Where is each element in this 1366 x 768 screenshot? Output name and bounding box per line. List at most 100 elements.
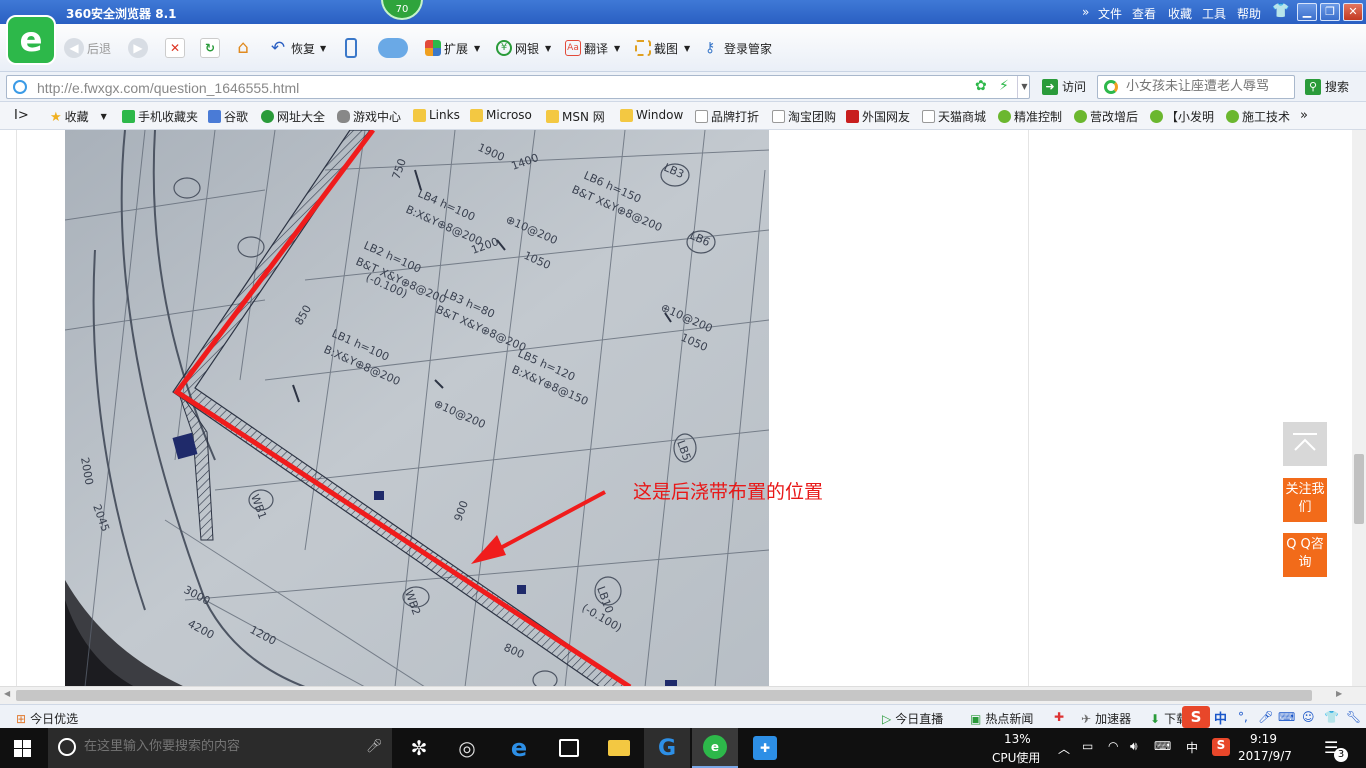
follow-us-button[interactable]: 关注我们 <box>1283 478 1327 522</box>
microphone-icon[interactable]: 🎤︎ <box>366 739 383 754</box>
search-box[interactable] <box>1097 75 1295 99</box>
fav-item[interactable]: 精准控制 <box>998 108 1062 125</box>
scroll-right-arrow-icon[interactable]: ▶ <box>1336 689 1342 698</box>
url-text[interactable]: http://e.fwxgx.com/question_1646555.html <box>37 80 299 96</box>
microphone-icon[interactable]: 🎤︎ <box>1258 710 1273 724</box>
battery-icon[interactable]: ▭ <box>1082 739 1093 753</box>
menu-help[interactable]: 帮助 <box>1237 5 1261 22</box>
task-view-icon[interactable]: ✼ <box>396 728 442 768</box>
today-picks-label: 今日优选 <box>30 712 79 726</box>
health-button[interactable]: ✚ <box>1054 710 1064 724</box>
page-content: LB4 h=100 B:X&Y⊕8@200 LB6 h=150 B&T X&Y⊕… <box>0 130 1352 686</box>
chevron-right-icon[interactable]: » <box>1082 5 1089 19</box>
360-browser-taskbar-icon[interactable]: e <box>692 728 738 768</box>
input-language-indicator[interactable]: 中 <box>1186 739 1198 756</box>
fav-item[interactable]: 天猫商城 <box>922 108 986 125</box>
stop-button[interactable]: ✕ <box>165 36 188 60</box>
fav-item[interactable]: 网址大全 <box>261 108 325 125</box>
edge-browser-icon[interactable]: e <box>496 728 542 768</box>
file-explorer-icon[interactable] <box>596 728 642 768</box>
minimize-button[interactable]: ▁ <box>1297 3 1317 21</box>
live-button[interactable]: ▷ 今日直播 <box>882 710 943 727</box>
extensions-button[interactable]: 扩展 ▼ <box>425 36 480 60</box>
ime-mode-toggle[interactable]: 中 <box>1214 708 1227 727</box>
vertical-scrollbar[interactable] <box>1352 130 1366 686</box>
taskbar-app-blue-icon[interactable]: ✚ <box>742 728 788 768</box>
show-hidden-icons-icon[interactable]: ︿ <box>1058 740 1070 757</box>
bank-button[interactable]: ¥ 网银 ▼ <box>496 36 551 60</box>
search-engine-icon[interactable] <box>1104 80 1118 94</box>
volume-icon[interactable]: 🔊︎ <box>1130 739 1138 754</box>
windows-start-icon[interactable] <box>14 740 31 757</box>
scroll-left-arrow-icon[interactable]: ◀ <box>4 689 10 698</box>
horizontal-scrollbar[interactable]: ◀ ▶ <box>0 686 1366 704</box>
menu-file[interactable]: 文件 <box>1098 5 1122 22</box>
more-favorites-icon[interactable]: » <box>1300 108 1308 123</box>
translate-button[interactable]: Aa 翻译 ▼ <box>565 36 620 60</box>
taskbar-search-input[interactable] <box>84 739 354 754</box>
store-icon[interactable] <box>546 728 592 768</box>
forward-button[interactable]: ▶ <box>128 36 151 60</box>
search-button[interactable]: ⚲ 搜索 <box>1305 78 1349 95</box>
touch-keyboard-icon[interactable]: ⌨ <box>1154 739 1171 753</box>
taskbar-app-g-icon[interactable]: G <box>644 728 690 768</box>
fav-item[interactable]: 【小发明 <box>1150 108 1214 125</box>
wifi-icon[interactable]: ◠ <box>1108 739 1118 753</box>
vertical-scroll-thumb[interactable] <box>1354 454 1364 524</box>
menu-tools[interactable]: 工具 <box>1202 5 1226 22</box>
refresh-button[interactable]: ↻ <box>200 36 223 60</box>
fav-item[interactable]: 手机收藏夹 <box>122 108 198 125</box>
speed-mode-icon[interactable]: ⚡ <box>999 78 1009 94</box>
restore-window-button[interactable]: ❐ <box>1320 3 1340 21</box>
fav-item[interactable]: 品牌打折 <box>695 108 759 125</box>
fav-item[interactable]: MSN 网 <box>546 108 605 125</box>
address-bar[interactable]: http://e.fwxgx.com/question_1646555.html… <box>6 75 1030 99</box>
close-window-button[interactable]: ✕ <box>1343 3 1363 21</box>
sogou-ime-icon[interactable]: S <box>1182 706 1210 728</box>
taskbar-search-box[interactable]: 🎤︎ <box>48 728 392 768</box>
page-globe-icon <box>13 80 27 94</box>
login-manager-button[interactable]: ⚷ 登录管家 <box>705 36 772 60</box>
menu-favorites[interactable]: 收藏 <box>1168 5 1192 22</box>
fav-item[interactable]: Links <box>413 108 460 122</box>
clock-date[interactable]: 2017/9/7 <box>1238 749 1292 763</box>
taskbar-app-swirl-icon[interactable]: ◎ <box>444 728 490 768</box>
back-to-top-button[interactable] <box>1283 422 1327 466</box>
hot-news-button[interactable]: ▣ 热点新闻 <box>970 710 1033 727</box>
skin-shirt-icon[interactable]: 👕 <box>1272 3 1289 19</box>
loading-icon[interactable]: ✿ <box>975 78 987 94</box>
fav-item[interactable]: Window <box>620 108 683 122</box>
sogou-tray-icon[interactable]: S <box>1212 738 1230 756</box>
sidebar-toggle-icon[interactable]: I> <box>14 108 29 123</box>
qq-consult-button[interactable]: Q Q咨询 <box>1283 533 1327 577</box>
restore-tabs-button[interactable]: ↶ 恢复 ▼ <box>268 36 326 60</box>
search-input[interactable] <box>1126 79 1294 94</box>
fav-item[interactable]: 淘宝团购 <box>772 108 836 125</box>
url-dropdown-button[interactable]: ▼ <box>1017 76 1031 98</box>
user-icon[interactable]: ☺ <box>1302 710 1315 724</box>
home-button[interactable]: ⌂ <box>233 36 256 60</box>
fav-item[interactable]: 营改增后 <box>1074 108 1138 125</box>
mobile-button[interactable] <box>345 36 360 60</box>
keyboard-icon[interactable]: ⌨ <box>1278 710 1295 724</box>
fav-item[interactable]: 施工技术 <box>1226 108 1290 125</box>
fav-item[interactable]: Microso <box>470 108 532 122</box>
fav-item[interactable]: 外国网友 <box>846 108 910 125</box>
fav-item[interactable]: 谷歌 <box>208 108 248 125</box>
go-button[interactable]: ➜ 访问 <box>1042 78 1086 95</box>
left-column-border <box>16 130 17 686</box>
cloud-button[interactable] <box>378 36 411 60</box>
fav-item[interactable]: 游戏中心 <box>337 108 401 125</box>
ime-punctuation-icon[interactable]: °, <box>1238 710 1248 724</box>
skin-icon[interactable]: 👕 <box>1324 710 1339 724</box>
accelerator-button[interactable]: ✈ 加速器 <box>1081 710 1131 727</box>
security-score-badge[interactable]: 70 <box>381 0 423 20</box>
horizontal-scroll-thumb[interactable] <box>16 690 1312 701</box>
screenshot-button[interactable]: 截图 ▼ <box>635 36 690 60</box>
favorites-menu[interactable]: ★ 收藏 ▼ <box>50 108 107 125</box>
clock-time[interactable]: 9:19 <box>1250 732 1277 746</box>
menu-view[interactable]: 查看 <box>1132 5 1156 22</box>
wrench-icon[interactable]: 🔧︎ <box>1346 710 1361 724</box>
back-button[interactable]: ◀ 后退 <box>64 36 111 60</box>
today-picks-button[interactable]: ⊞ 今日优选 <box>16 710 78 727</box>
